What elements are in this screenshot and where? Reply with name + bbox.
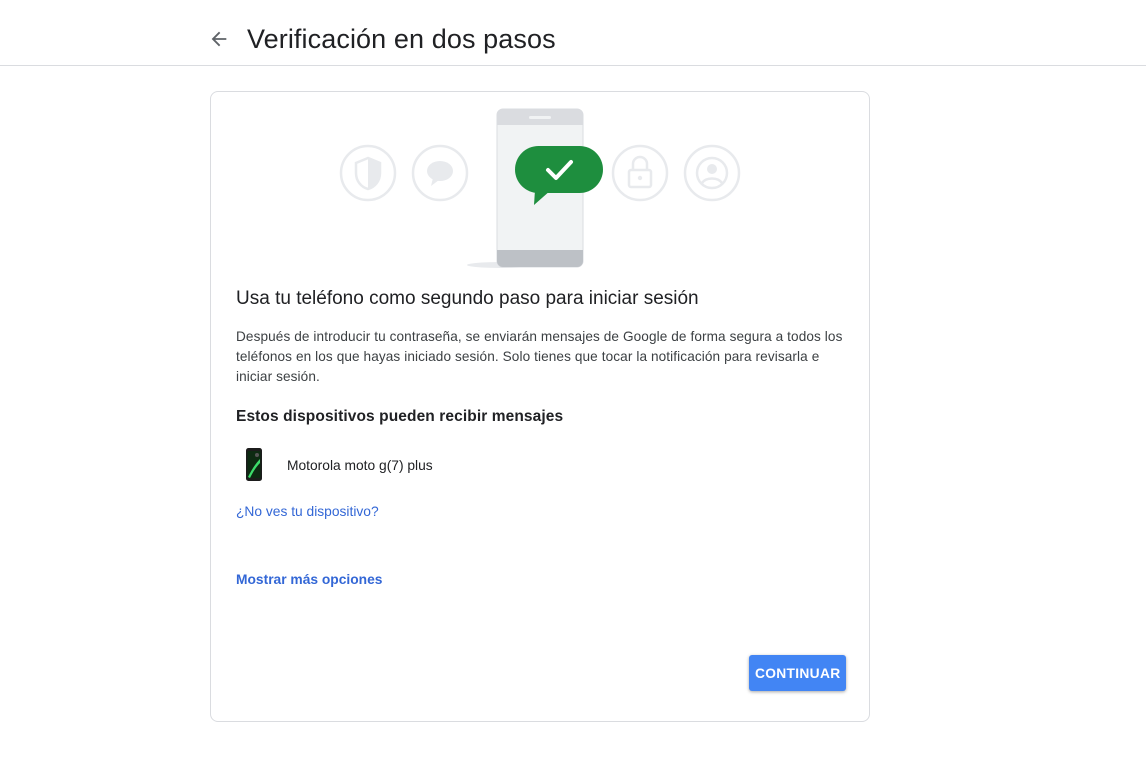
more-options-link[interactable]: Mostrar más opciones: [236, 572, 382, 587]
hero-illustration: [339, 108, 741, 268]
account-icon: [683, 144, 741, 202]
page-title: Verificación en dos pasos: [247, 24, 556, 54]
continue-button[interactable]: CONTINUAR: [749, 655, 846, 691]
shield-icon: [339, 144, 397, 202]
lock-icon: [611, 144, 669, 202]
smartphone-icon: [246, 448, 262, 481]
device-item: Motorola moto g(7) plus: [236, 447, 433, 483]
devices-heading: Estos dispositivos pueden recibir mensaj…: [236, 408, 564, 425]
chat-bubble-icon: [411, 144, 469, 202]
back-button[interactable]: [205, 25, 233, 53]
card-title: Usa tu teléfono como segundo paso para i…: [236, 288, 699, 309]
arrow-back-icon: [211, 31, 227, 47]
top-bar: Verificación en dos pasos: [0, 0, 1146, 66]
verification-card: Usa tu teléfono como segundo paso para i…: [210, 91, 870, 722]
device-name: Motorola moto g(7) plus: [287, 457, 433, 473]
card-description: Después de introducir tu contraseña, se …: [236, 329, 843, 384]
missing-device-link[interactable]: ¿No ves tu dispositivo?: [236, 504, 379, 519]
